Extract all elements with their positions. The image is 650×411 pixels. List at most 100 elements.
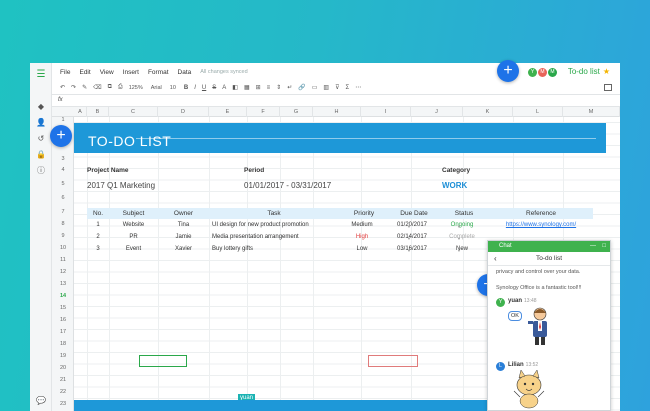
merge-icon[interactable]: ⊞ — [256, 84, 261, 91]
menu-icon[interactable]: ☰ — [35, 69, 47, 81]
cell-subject[interactable]: Event — [109, 244, 158, 255]
dropdown-arrow-icon[interactable]: ▼ — [457, 248, 461, 253]
cell-priority[interactable]: Medium — [339, 220, 385, 231]
cell-no[interactable]: 1 — [87, 220, 109, 231]
zoom-select[interactable]: 125% — [129, 85, 143, 91]
row-header[interactable]: 7 — [52, 209, 74, 215]
column-header[interactable]: I — [361, 107, 411, 117]
cell-owner[interactable]: Xavier — [158, 244, 209, 255]
align-middle-icon[interactable]: ⇕ — [276, 84, 281, 91]
share-user-icon[interactable]: 👤 — [35, 117, 47, 129]
copy-icon[interactable]: ⧉ — [108, 84, 112, 91]
cell-no[interactable]: 3 — [87, 244, 109, 255]
row-header[interactable]: 17 — [52, 329, 74, 335]
row-header[interactable]: 20 — [52, 365, 74, 371]
row-header[interactable]: 19 — [52, 353, 74, 359]
column-header[interactable]: M — [563, 107, 620, 117]
column-header[interactable]: D — [158, 107, 209, 117]
menu-view[interactable]: View — [100, 69, 114, 76]
italic-button[interactable]: I — [194, 85, 196, 91]
cell-due-date[interactable]: 01/20/2017 — [389, 220, 435, 231]
cell-owner[interactable]: Jamie — [158, 232, 209, 243]
cell-status[interactable]: Complete — [439, 232, 485, 243]
side-panel-toggle-icon[interactable] — [604, 84, 612, 91]
align-left-icon[interactable]: ≡ — [267, 85, 271, 91]
cell-status[interactable]: Ongoing — [439, 220, 485, 231]
menu-file[interactable]: File — [60, 69, 70, 76]
table-row[interactable]: 1 Website Tina UI design for new product… — [87, 220, 593, 231]
text-color-icon[interactable]: A — [222, 85, 226, 91]
column-header[interactable]: J — [411, 107, 463, 117]
selected-cell-self[interactable] — [139, 355, 187, 367]
column-header[interactable]: K — [463, 107, 513, 117]
row-header[interactable]: 4 — [52, 167, 74, 173]
font-select[interactable]: Arial — [151, 85, 162, 91]
column-header[interactable]: B — [87, 107, 109, 117]
row-header[interactable]: 12 — [52, 269, 74, 275]
more-icon[interactable]: ⋯ — [355, 84, 361, 91]
borders-icon[interactable]: ▦ — [244, 84, 250, 91]
menu-format[interactable]: Format — [148, 69, 169, 76]
underline-button[interactable]: U — [202, 85, 206, 91]
row-header[interactable]: 1 — [52, 117, 74, 123]
add-fab-button[interactable]: + — [50, 125, 72, 147]
row-header[interactable]: 11 — [52, 257, 74, 263]
cell-reference-link[interactable]: https://www.synology.com/ — [489, 220, 593, 231]
tag-icon[interactable]: ◆ — [35, 101, 47, 113]
cell-status[interactable]: New — [439, 244, 485, 255]
row-header[interactable]: 14 — [52, 293, 74, 299]
avatar[interactable]: Y — [528, 68, 537, 77]
column-header[interactable]: C — [109, 107, 158, 117]
row-header[interactable]: 16 — [52, 317, 74, 323]
lock-icon[interactable]: 🔒 — [35, 149, 47, 161]
dropdown-arrow-icon[interactable]: ▼ — [457, 236, 461, 241]
redo-icon[interactable]: ↷ — [71, 84, 76, 91]
column-header[interactable]: F — [247, 107, 280, 117]
back-icon[interactable]: ‹ — [494, 252, 497, 266]
function-icon[interactable]: Σ — [345, 85, 349, 91]
maximize-icon[interactable]: □ — [602, 241, 606, 252]
row-header[interactable]: 6 — [52, 195, 74, 201]
dropdown-arrow-icon[interactable]: ▼ — [407, 224, 411, 229]
minimize-icon[interactable]: — — [590, 241, 596, 252]
strikethrough-button[interactable]: S — [212, 85, 216, 91]
column-header[interactable]: G — [280, 107, 313, 117]
chat-icon[interactable]: 💬 — [35, 395, 47, 407]
row-header[interactable]: 10 — [52, 245, 74, 251]
paint-format-icon[interactable]: ✎ — [82, 84, 87, 91]
cell-due-date[interactable]: 03/16/2017 — [389, 244, 435, 255]
filter-icon[interactable]: ⊽ — [335, 84, 339, 91]
row-header[interactable]: 3 — [52, 156, 74, 162]
row-header[interactable]: 23 — [52, 401, 74, 407]
row-header[interactable]: 5 — [52, 181, 74, 187]
selected-cell-collaborator[interactable] — [368, 355, 418, 367]
row-header[interactable]: 9 — [52, 233, 74, 239]
row-header[interactable]: 8 — [52, 221, 74, 227]
add-fab-button[interactable]: + — [497, 60, 519, 82]
font-size-select[interactable]: 10 — [170, 85, 176, 91]
row-header[interactable]: 22 — [52, 389, 74, 395]
bold-button[interactable]: B — [184, 85, 188, 91]
column-header[interactable]: H — [313, 107, 361, 117]
info-icon[interactable]: ⓘ — [35, 165, 47, 177]
cell-subject[interactable]: Website — [109, 220, 158, 231]
menu-edit[interactable]: Edit — [79, 69, 90, 76]
star-icon[interactable]: ★ — [603, 67, 610, 76]
row-header[interactable]: 21 — [52, 377, 74, 383]
print-icon[interactable]: ⎙ — [118, 84, 123, 91]
chart-icon[interactable]: ▥ — [323, 84, 329, 91]
fill-color-icon[interactable]: ◧ — [232, 84, 238, 91]
cell-priority[interactable]: Low — [339, 244, 385, 255]
cell-task[interactable]: Media presentation arrangement — [212, 232, 339, 243]
dropdown-arrow-icon[interactable]: ▼ — [407, 248, 411, 253]
wrap-icon[interactable]: ↵ — [287, 84, 292, 91]
row-header[interactable]: 18 — [52, 341, 74, 347]
cell-priority[interactable]: High — [339, 232, 385, 243]
undo-icon[interactable]: ↶ — [60, 84, 65, 91]
history-icon[interactable]: ↺ — [35, 133, 47, 145]
menu-insert[interactable]: Insert — [123, 69, 139, 76]
cell-task[interactable]: UI design for new product promotion — [212, 220, 339, 231]
column-header[interactable]: E — [209, 107, 247, 117]
column-header[interactable]: A — [74, 107, 87, 117]
cell-no[interactable]: 2 — [87, 232, 109, 243]
